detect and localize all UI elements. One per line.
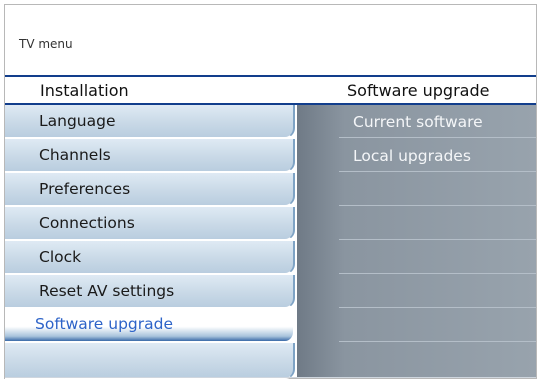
menu-item-language[interactable]: Language <box>5 105 295 138</box>
header-installation[interactable]: Installation <box>40 81 129 100</box>
submenu-item-empty <box>297 275 536 308</box>
menu-item-label: Connections <box>39 214 135 232</box>
menu-item-label: Clock <box>39 248 82 266</box>
menu-item-label: Reset AV settings <box>39 282 175 300</box>
submenu-item-current-software[interactable]: Current software <box>297 105 536 138</box>
submenu-item-empty <box>297 173 536 206</box>
submenu-item-label: Current software <box>353 113 483 131</box>
submenu-item-local-upgrades[interactable]: Local upgrades <box>297 139 536 172</box>
menu-header-row: Installation Software upgrade <box>5 75 536 105</box>
menu-title: TV menu <box>19 37 73 51</box>
menu-item-channels[interactable]: Channels <box>5 139 295 172</box>
menu-item-clock[interactable]: Clock <box>5 241 295 274</box>
menu-item-label: Channels <box>39 146 111 164</box>
submenu-item-empty <box>297 309 536 342</box>
menu-item-connections[interactable]: Connections <box>5 207 295 240</box>
footer-divider <box>5 377 536 378</box>
tv-menu-window: TV menu Installation Software upgrade La… <box>4 4 537 379</box>
submenu-divider <box>339 205 536 206</box>
submenu-divider <box>339 341 536 342</box>
header-software-upgrade: Software upgrade <box>347 81 490 100</box>
submenu-divider <box>339 273 536 274</box>
right-submenu-panel: Current software Local upgrades <box>297 105 536 377</box>
submenu-divider <box>339 171 536 172</box>
menu-item-label: Software upgrade <box>35 315 174 333</box>
menu-item-empty <box>5 343 295 379</box>
left-menu-panel: Language Channels Preferences Connection… <box>5 105 297 379</box>
submenu-divider <box>339 137 536 138</box>
submenu-item-empty <box>297 207 536 240</box>
menu-item-label: Preferences <box>39 180 131 198</box>
menu-item-preferences[interactable]: Preferences <box>5 173 295 206</box>
submenu-item-label: Local upgrades <box>353 147 471 165</box>
menu-item-software-upgrade[interactable]: Software upgrade <box>5 309 295 342</box>
submenu-divider <box>339 307 536 308</box>
submenu-divider <box>339 239 536 240</box>
menu-item-label: Language <box>39 112 116 130</box>
submenu-item-empty <box>297 241 536 274</box>
menu-item-reset-av-settings[interactable]: Reset AV settings <box>5 275 295 308</box>
